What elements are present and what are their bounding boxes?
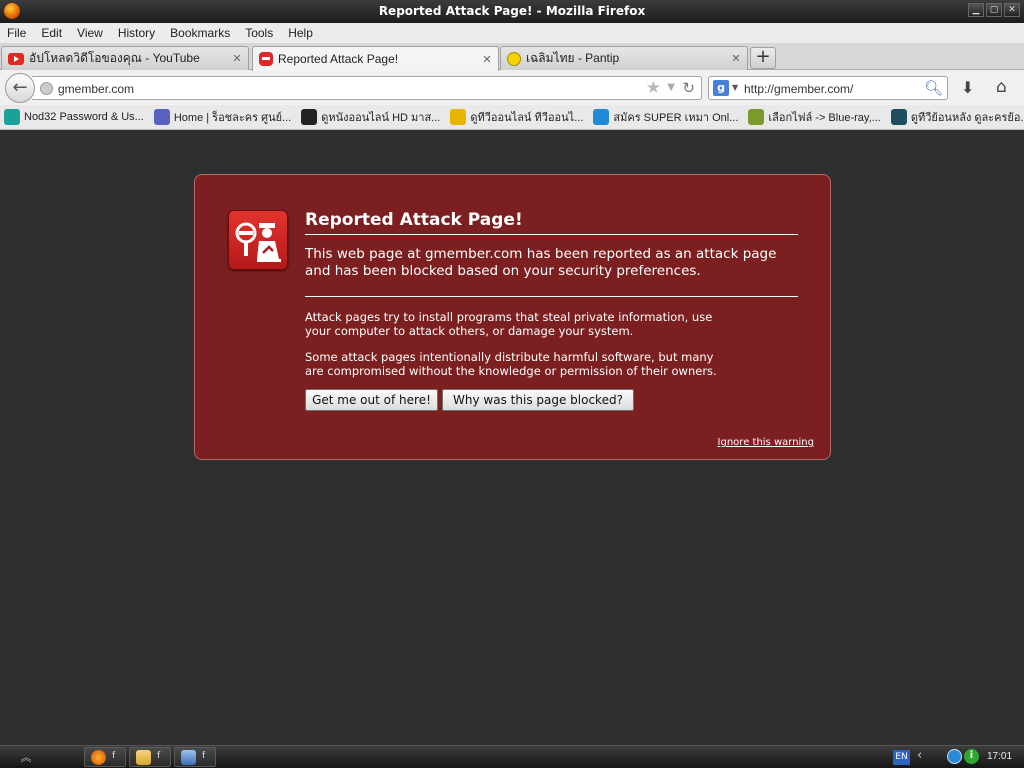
bookmark-label: ดูทีวีย้อนหลัง ดูละครย้อ...: [910, 112, 1024, 124]
bookmark-label: เลือกไฟล์ -> Blue-ray,...: [768, 112, 881, 124]
info-icon[interactable]: i: [964, 749, 979, 764]
firefox-icon: [91, 750, 106, 765]
taskbar-folder[interactable]: f: [129, 747, 171, 767]
attack-warning-icon: [228, 210, 288, 270]
taskbar-label: f: [112, 751, 116, 761]
tv-icon: [450, 109, 467, 125]
language-indicator[interactable]: EN: [893, 750, 910, 765]
bookmark-item[interactable]: ดูหนังออนไลน์ HD มาส...: [301, 108, 440, 126]
ignore-warning-link[interactable]: Ignore this warning: [718, 437, 814, 448]
smiley-icon: [507, 51, 521, 66]
police-officer-icon: [235, 222, 281, 262]
computer-icon: [181, 750, 196, 765]
window-title: Reported Attack Page! - Mozilla Firefox: [378, 4, 646, 18]
w-logo-icon: [153, 109, 170, 125]
bookmark-item[interactable]: ดูทีวีย้อนหลัง ดูละครย้อ...: [890, 108, 1024, 126]
bookmark-label: Nod32 Password & Us...: [24, 111, 144, 123]
bookmark-item[interactable]: Home | ร็อชละคร ศูนย์...: [153, 108, 292, 126]
bookmark-item[interactable]: Nod32 Password & Us...: [4, 109, 144, 125]
bookmark-label: ดูทีวีออนไลน์ ทีวีออนไ...: [470, 112, 584, 124]
close-icon[interactable]: ✕: [1004, 3, 1020, 17]
menu-view[interactable]: View: [77, 26, 103, 40]
menu-history[interactable]: History: [118, 26, 155, 40]
nod32-icon: [4, 109, 20, 125]
error-box: Reported Attack Page! This web page at g…: [194, 174, 831, 460]
search-engine-dropdown-icon[interactable]: ▼: [732, 83, 738, 92]
folder-icon: [136, 750, 151, 765]
tab-pantip[interactable]: เฉลิมไทย - Pantip ✕: [500, 46, 748, 70]
url-text[interactable]: gmember.com: [58, 82, 134, 96]
close-tab-icon[interactable]: ✕: [480, 53, 494, 66]
close-tab-icon[interactable]: ✕: [729, 52, 743, 65]
home-icon[interactable]: ⌂: [996, 77, 1007, 97]
network-icon[interactable]: [947, 749, 962, 764]
hd-icon: [301, 109, 318, 125]
start-button[interactable]: ︽: [8, 749, 44, 766]
menu-tools[interactable]: Tools: [245, 26, 273, 40]
new-tab-button[interactable]: +: [750, 47, 776, 69]
dtac-icon: [593, 109, 610, 125]
bookmark-item[interactable]: ดูทีวีออนไลน์ ทีวีออนไ...: [450, 108, 583, 126]
download-icon[interactable]: ⬇: [961, 78, 974, 97]
tab-strip: อัปโหลดวิดีโอของคุณ - YouTube ✕ Reported…: [0, 43, 1024, 71]
bookmark-label: สมัคร SUPER เหมา Onl...: [613, 112, 739, 124]
minimize-icon[interactable]: ▁: [968, 3, 984, 17]
bookmark-item[interactable]: สมัคร SUPER เหมา Onl...: [593, 108, 738, 126]
search-icon[interactable]: 🔍︎: [924, 79, 943, 97]
search-input[interactable]: http://gmember.com/: [744, 82, 853, 96]
tab-label: อัปโหลดวิดีโอของคุณ - YouTube: [29, 51, 200, 65]
taskbar: ︽ f f f EN ‹ i 17:01: [0, 745, 1024, 768]
reload-icon[interactable]: ↻: [682, 79, 695, 97]
error-long-description-2: Some attack pages intentionally distribu…: [305, 350, 717, 378]
google-icon[interactable]: g: [713, 80, 729, 96]
error-short-description: This web page at gmember.com has been re…: [305, 246, 798, 297]
bookmark-label: Home | ร็อชละคร ศูนย์...: [173, 112, 292, 124]
taskbar-label: f: [202, 751, 206, 761]
close-tab-icon[interactable]: ✕: [230, 52, 244, 65]
url-bar[interactable]: gmember.com ★ ▼ ↻: [32, 76, 702, 100]
maximize-icon[interactable]: ▢: [986, 3, 1002, 17]
bookmarks-toolbar: Nod32 Password & Us... Home | ร็อชละคร ศู…: [0, 105, 1024, 130]
show-hidden-icons-icon[interactable]: ‹: [917, 748, 922, 763]
search-bar[interactable]: g ▼ http://gmember.com/ 🔍︎: [708, 76, 948, 100]
attack-page-icon: [259, 52, 273, 66]
taskbar-label: f: [157, 751, 161, 761]
globe-icon[interactable]: [40, 82, 53, 95]
turtle-icon: [890, 109, 907, 125]
taskbar-firefox[interactable]: f: [84, 747, 126, 767]
window-controls: ▁ ▢ ✕: [968, 3, 1020, 17]
leaf-icon: [748, 109, 765, 125]
history-dropdown-icon[interactable]: ▼: [667, 82, 675, 93]
why-blocked-button[interactable]: Why was this page blocked?: [442, 389, 634, 411]
tab-youtube[interactable]: อัปโหลดวิดีโอของคุณ - YouTube ✕: [1, 46, 249, 70]
bookmark-star-icon[interactable]: ★: [646, 78, 661, 98]
menu-help[interactable]: Help: [288, 26, 313, 40]
back-arrow-icon: ←: [12, 77, 28, 98]
bookmark-item[interactable]: เลือกไฟล์ -> Blue-ray,...: [748, 108, 881, 126]
menu-bar: File Edit View History Bookmarks Tools H…: [0, 23, 1024, 43]
error-long-description-1: Attack pages try to install programs tha…: [305, 310, 713, 338]
clock[interactable]: 17:01: [987, 751, 1012, 762]
bookmark-label: ดูหนังออนไลน์ HD มาส...: [321, 112, 441, 124]
tab-attack-page[interactable]: Reported Attack Page! ✕: [252, 46, 499, 71]
menu-edit[interactable]: Edit: [41, 26, 62, 40]
youtube-icon: [8, 52, 24, 65]
tab-label: Reported Attack Page!: [278, 52, 399, 66]
get-me-out-button[interactable]: Get me out of here!: [305, 389, 438, 411]
tab-label: เฉลิมไทย - Pantip: [526, 51, 620, 65]
menu-file[interactable]: File: [7, 26, 26, 40]
error-title: Reported Attack Page!: [305, 210, 798, 235]
back-button[interactable]: ←: [5, 73, 35, 103]
navigation-bar: gmember.com ★ ▼ ↻ ← g ▼ http://gmember.c…: [0, 70, 1024, 105]
taskbar-computer[interactable]: f: [174, 747, 216, 767]
page-content: Reported Attack Page! This web page at g…: [0, 131, 1024, 745]
window-titlebar: Reported Attack Page! - Mozilla Firefox …: [0, 0, 1024, 23]
menu-bookmarks[interactable]: Bookmarks: [170, 26, 230, 40]
